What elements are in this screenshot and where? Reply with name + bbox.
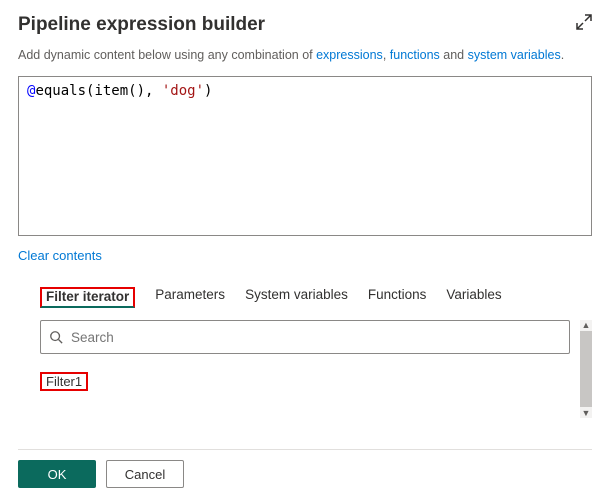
link-system-variables[interactable]: system variables	[468, 48, 561, 62]
search-icon	[49, 330, 63, 344]
tab-filter-iterator[interactable]: Filter iterator	[40, 287, 135, 308]
tab-variables[interactable]: Variables	[446, 287, 501, 308]
code-fn-close: )	[204, 83, 212, 99]
cancel-button[interactable]: Cancel	[106, 460, 184, 488]
code-fn-open: equals(item(),	[35, 83, 161, 99]
footer: OK Cancel	[18, 449, 592, 488]
scroll-up-icon[interactable]: ▲	[582, 320, 591, 330]
result-item-filter1[interactable]: Filter1	[40, 372, 88, 391]
page-title: Pipeline expression builder	[18, 14, 265, 36]
ok-button[interactable]: OK	[18, 460, 96, 488]
search-input[interactable]	[40, 320, 570, 354]
hint-text: Add dynamic content below using any comb…	[18, 48, 592, 62]
tabs: Filter iterator Parameters System variab…	[40, 287, 592, 308]
scrollbar[interactable]: ▲ ▼	[580, 320, 592, 418]
link-functions[interactable]: functions	[390, 48, 440, 62]
expression-editor[interactable]: @equals(item(), 'dog')	[18, 76, 592, 236]
scroll-down-icon[interactable]: ▼	[582, 408, 591, 418]
tab-system-variables[interactable]: System variables	[245, 287, 348, 308]
code-string: 'dog'	[162, 83, 204, 99]
hint-prefix: Add dynamic content below using any comb…	[18, 48, 316, 62]
clear-contents-link[interactable]: Clear contents	[18, 248, 102, 263]
link-expressions[interactable]: expressions	[316, 48, 383, 62]
expand-icon[interactable]	[576, 14, 592, 30]
tab-parameters[interactable]: Parameters	[155, 287, 225, 308]
scroll-thumb[interactable]	[580, 331, 592, 407]
tab-functions[interactable]: Functions	[368, 287, 427, 308]
